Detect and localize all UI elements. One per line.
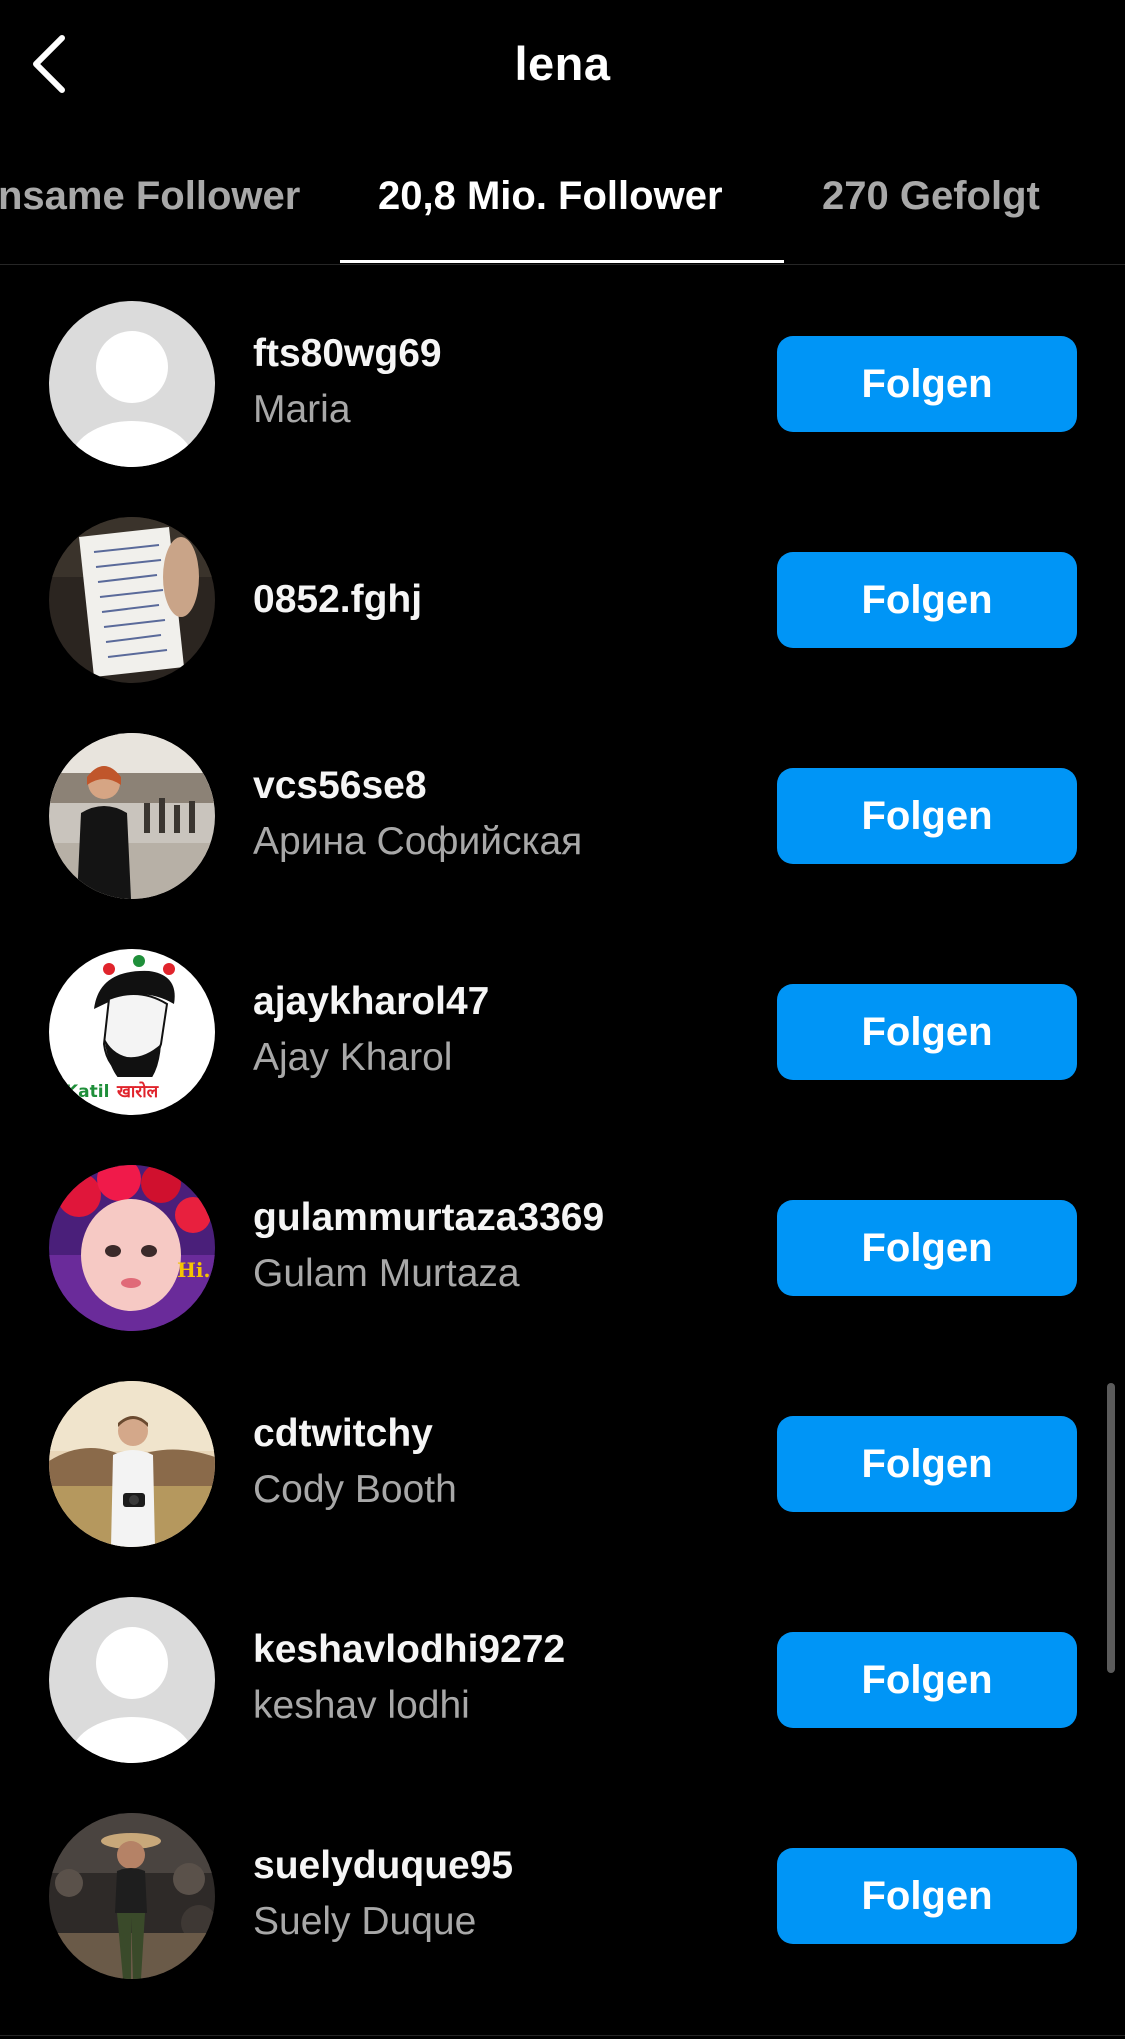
follow-button[interactable]: Folgen [777,1200,1077,1296]
full-name: Арина Софийская [253,820,583,863]
full-name: Gulam Murtaza [253,1252,520,1295]
photo-child-with-flowers: Hi.. [49,1165,215,1331]
avatar[interactable] [49,517,215,683]
list-item[interactable]: vcs56se8 Арина Софийская Folgen [0,697,1125,913]
top-bar: lena [0,0,1125,135]
tab-mutual-followers[interactable]: nsame Follower [0,174,300,219]
avatar[interactable]: Katil खारोल [49,949,215,1115]
follow-button[interactable]: Folgen [777,984,1077,1080]
follow-button[interactable]: Folgen [777,768,1077,864]
default-avatar-icon [49,1597,215,1763]
active-tab-indicator [340,260,784,263]
list-item[interactable]: keshavlodhi9272 keshav lodhi Folgen [0,1561,1125,1777]
list-item[interactable]: fts80wg69 Maria Folgen [0,265,1125,481]
list-item[interactable]: Katil खारोल ajaykharol47 Ajay Kharol Fol… [0,913,1125,1129]
avatar[interactable] [49,1381,215,1547]
name-block: suelyduque95 Suely Duque [253,1843,753,1945]
tab-following[interactable]: 270 Gefolgt [822,174,1040,219]
name-block: cdtwitchy Cody Booth [253,1411,753,1513]
name-block: 0852.fghj [253,577,753,623]
list-item[interactable]: cdtwitchy Cody Booth Folgen [0,1345,1125,1561]
divider [0,2035,1125,2036]
photo-man-with-camera [49,1381,215,1547]
full-name: Suely Duque [253,1900,477,1943]
avatar[interactable] [49,1813,215,1979]
follow-button[interactable]: Folgen [777,552,1077,648]
list-item[interactable]: Hi.. gulammurtaza3369 Gulam Murtaza Folg… [0,1129,1125,1345]
follow-button[interactable]: Folgen [777,1848,1077,1944]
username[interactable]: vcs56se8 [253,763,753,809]
tab-bar: nsame Follower 20,8 Mio. Follower 270 Ge… [0,140,1125,265]
svg-text:Hi..: Hi.. [177,1258,215,1282]
follow-button[interactable]: Folgen [777,1416,1077,1512]
full-name: Ajay Kharol [253,1036,453,1079]
list-item[interactable]: suelyduque95 Suely Duque Folgen [0,1777,1125,1993]
name-block: gulammurtaza3369 Gulam Murtaza [253,1195,753,1297]
name-block: vcs56se8 Арина Софийская [253,763,753,865]
page-title: lena [514,37,611,90]
photo-woman-in-park [49,733,215,899]
username[interactable]: gulammurtaza3369 [253,1195,753,1241]
avatar[interactable] [49,301,215,467]
scrollbar[interactable] [1107,1383,1115,1673]
list-item[interactable]: 0852.fghj Folgen [0,481,1125,697]
illustration-bearded-man-logo: Katil खारोल [49,949,215,1115]
name-block: keshavlodhi9272 keshav lodhi [253,1627,753,1729]
username[interactable]: cdtwitchy [253,1411,753,1457]
avatar[interactable] [49,733,215,899]
full-name: Cody Booth [253,1468,457,1511]
svg-text:Katil: Katil [65,1082,109,1102]
username[interactable]: keshavlodhi9272 [253,1627,753,1673]
full-name: keshav lodhi [253,1684,470,1727]
name-block: fts80wg69 Maria [253,331,753,433]
username[interactable]: 0852.fghj [253,577,753,623]
username[interactable]: fts80wg69 [253,331,753,377]
photo-handwritten-note [49,517,215,683]
avatar[interactable]: Hi.. [49,1165,215,1331]
default-avatar-icon [49,301,215,467]
username[interactable]: ajaykharol47 [253,979,753,1025]
full-name: Maria [253,388,351,431]
photo-woman-at-event [49,1813,215,1979]
svg-text:खारोल: खारोल [116,1081,160,1102]
follow-button[interactable]: Folgen [777,336,1077,432]
name-block: ajaykharol47 Ajay Kharol [253,979,753,1081]
avatar[interactable] [49,1597,215,1763]
follow-button[interactable]: Folgen [777,1632,1077,1728]
tab-followers[interactable]: 20,8 Mio. Follower [378,174,723,219]
username[interactable]: suelyduque95 [253,1843,753,1889]
